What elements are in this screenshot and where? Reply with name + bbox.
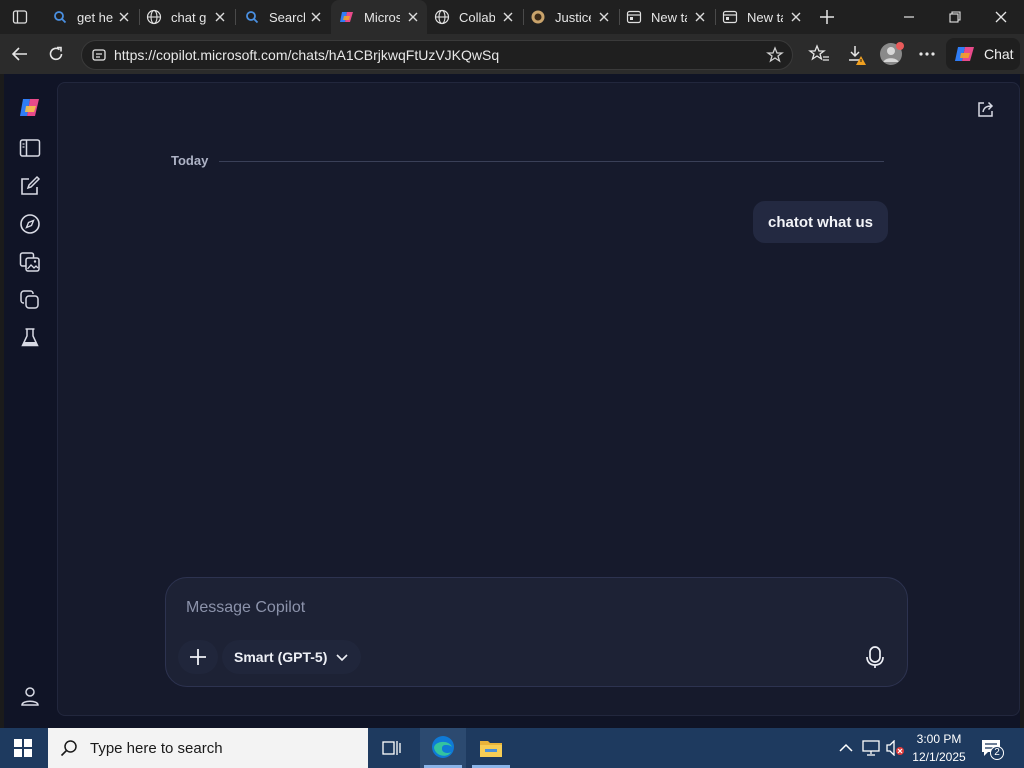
taskbar-file-explorer-app[interactable] xyxy=(468,728,514,768)
close-icon[interactable] xyxy=(500,9,516,25)
tab-collab[interactable]: Collab xyxy=(428,0,522,34)
system-clock[interactable]: 3:00 PM 12/1/2025 xyxy=(906,730,972,766)
taskbar-search-placeholder: Type here to search xyxy=(90,739,223,757)
favorite-star-icon[interactable] xyxy=(766,46,784,64)
clock-date: 12/1/2025 xyxy=(912,750,966,764)
new-tab-plus-icon[interactable] xyxy=(818,8,836,26)
tab-title: New ta xyxy=(651,9,687,25)
browser-tab-strip: get he chat g Search Micros Collab xyxy=(0,0,1024,34)
sidebar xyxy=(4,74,56,728)
tab-chat-gpt[interactable]: chat g xyxy=(140,0,234,34)
search-icon xyxy=(52,9,68,25)
account-person-icon[interactable] xyxy=(18,684,42,708)
plus-icon xyxy=(188,647,208,667)
notification-center-icon[interactable]: 2 xyxy=(980,738,1004,760)
clock-time: 3:00 PM xyxy=(916,732,962,746)
date-divider-line xyxy=(219,161,884,162)
sidebar-toggle-icon[interactable] xyxy=(18,136,42,160)
discover-compass-icon[interactable] xyxy=(18,212,42,236)
tab-new-tab-1[interactable]: New ta xyxy=(620,0,714,34)
tab-title: Micros xyxy=(364,9,400,25)
newtab-icon xyxy=(626,9,642,25)
chat-button-label: Chat xyxy=(984,46,1014,62)
close-icon[interactable] xyxy=(212,9,228,25)
tab-title: Search xyxy=(269,9,305,25)
back-arrow-icon[interactable] xyxy=(10,44,30,64)
refresh-icon[interactable] xyxy=(46,44,66,64)
tab-title: New ta xyxy=(747,9,783,25)
minimize-icon[interactable] xyxy=(902,10,916,24)
tab-title: get he xyxy=(77,9,113,25)
browser-toolbar: https://copilot.microsoft.com/chats/hA1C… xyxy=(0,34,1024,74)
pages-copy-icon[interactable] xyxy=(18,288,42,312)
close-icon[interactable] xyxy=(692,9,708,25)
close-icon[interactable] xyxy=(308,9,324,25)
more-menu-icon[interactable] xyxy=(917,46,937,62)
notification-count-badge: 2 xyxy=(990,746,1004,760)
microphone-icon xyxy=(864,645,886,669)
message-composer: Smart (GPT-5) xyxy=(165,577,908,687)
downloads-icon[interactable] xyxy=(846,44,868,66)
user-message-bubble: chatot what us xyxy=(753,201,889,243)
new-chat-icon[interactable] xyxy=(18,174,42,198)
profile-avatar[interactable] xyxy=(879,41,905,67)
site-icon xyxy=(530,9,546,25)
close-icon[interactable] xyxy=(788,9,804,25)
tab-search[interactable]: Search xyxy=(236,0,330,34)
globe-icon xyxy=(434,9,450,25)
globe-icon xyxy=(146,9,162,25)
search-icon xyxy=(244,9,260,25)
message-input[interactable] xyxy=(186,596,826,620)
user-message-text: chatot what us xyxy=(768,213,874,231)
microphone-button[interactable] xyxy=(860,642,890,672)
restore-icon[interactable] xyxy=(948,10,962,24)
tab-new-tab-2[interactable]: New ta xyxy=(716,0,810,34)
tab-title: Collab xyxy=(459,9,495,25)
search-icon xyxy=(60,739,78,757)
copilot-logo-icon[interactable] xyxy=(18,96,42,120)
labs-flask-icon[interactable] xyxy=(18,326,42,350)
newtab-icon xyxy=(722,9,738,25)
url-text: https://copilot.microsoft.com/chats/hA1C… xyxy=(114,47,500,63)
edge-browser-icon xyxy=(431,735,455,759)
close-icon[interactable] xyxy=(116,9,132,25)
network-icon[interactable] xyxy=(862,740,880,756)
window-close-icon[interactable] xyxy=(994,10,1008,24)
model-selector-button[interactable]: Smart (GPT-5) xyxy=(222,640,362,674)
taskbar-edge-app[interactable] xyxy=(420,728,466,768)
tab-title: Justice xyxy=(555,9,591,25)
image-gallery-icon[interactable] xyxy=(18,250,42,274)
site-info-icon[interactable] xyxy=(91,47,107,63)
screen: get he chat g Search Micros Collab xyxy=(0,0,1024,768)
chevron-up-icon[interactable] xyxy=(838,741,854,755)
share-icon[interactable] xyxy=(976,99,996,119)
chevron-down-icon xyxy=(335,650,349,664)
windows-taskbar: Type here to search 3:00 PM 12/1/2025 2 xyxy=(0,728,1024,768)
close-icon[interactable] xyxy=(405,9,421,25)
model-selector-label: Smart (GPT-5) xyxy=(234,649,328,665)
copilot-logo-icon xyxy=(339,9,355,25)
windows-start-icon[interactable] xyxy=(14,739,32,757)
volume-muted-icon[interactable] xyxy=(885,739,905,757)
taskbar-search-box[interactable]: Type here to search xyxy=(48,728,368,768)
tab-get-help[interactable]: get he xyxy=(44,0,138,34)
copilot-page: Today chatot what us Smart (GPT-5) xyxy=(4,74,1020,728)
copilot-logo-icon xyxy=(954,43,976,65)
tab-title: chat g xyxy=(171,9,207,25)
address-bar[interactable]: https://copilot.microsoft.com/chats/hA1C… xyxy=(81,40,793,70)
tab-copilot-active[interactable]: Micros xyxy=(331,0,427,34)
favorites-icon[interactable] xyxy=(808,44,830,64)
copilot-chat-button[interactable]: Chat xyxy=(946,38,1020,70)
task-view-icon[interactable] xyxy=(382,738,402,758)
date-divider-label: Today xyxy=(171,153,209,168)
close-icon[interactable] xyxy=(596,9,612,25)
chat-panel: Today chatot what us Smart (GPT-5) xyxy=(57,82,1020,716)
tab-actions-icon[interactable] xyxy=(12,9,28,25)
add-attachment-button[interactable] xyxy=(178,640,218,674)
tab-justice[interactable]: Justice xyxy=(524,0,618,34)
folder-icon xyxy=(479,737,503,759)
